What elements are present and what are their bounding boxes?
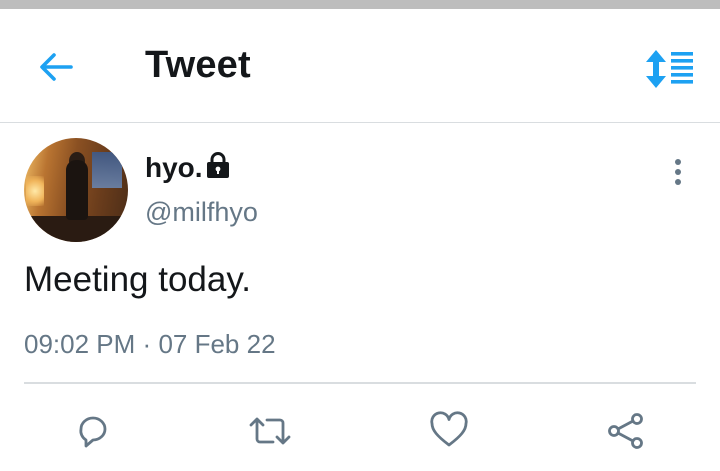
status-bar-edge [0,0,720,9]
timestamp-separator: · [142,329,152,359]
more-vertical-icon [675,159,681,185]
tweet-date: 07 Feb 22 [158,329,276,359]
back-button[interactable] [28,43,84,91]
tweet-detail: hyo. @milfhyo Meeting today. 09:02 PM · … [0,124,720,471]
like-icon [430,411,468,447]
sort-button[interactable] [640,41,700,97]
share-button[interactable] [601,406,651,456]
retweet-button[interactable] [245,406,295,456]
share-icon [608,413,643,449]
like-button[interactable] [424,406,474,456]
app-bar: Tweet [0,9,720,123]
user-handle[interactable]: @milfhyo [145,197,258,228]
reply-icon [79,416,107,448]
sort-list-icon [646,50,693,88]
divider [24,382,696,384]
avatar-lamp [26,176,44,206]
arrow-left-icon [40,53,73,81]
retweet-icon [249,417,291,445]
tweet-text: Meeting today. [24,260,251,299]
page-title: Tweet [145,44,251,86]
more-options-button[interactable] [660,154,696,190]
tweet-time: 09:02 PM [24,329,136,359]
lock-icon [207,152,229,178]
avatar[interactable] [24,138,128,242]
tweet-actions [0,406,720,456]
display-name[interactable]: hyo. [145,152,203,184]
avatar-window [92,152,122,188]
reply-button[interactable] [68,406,118,456]
avatar-person [66,160,88,220]
tweet-timestamp: 09:02 PM · 07 Feb 22 [24,329,276,360]
